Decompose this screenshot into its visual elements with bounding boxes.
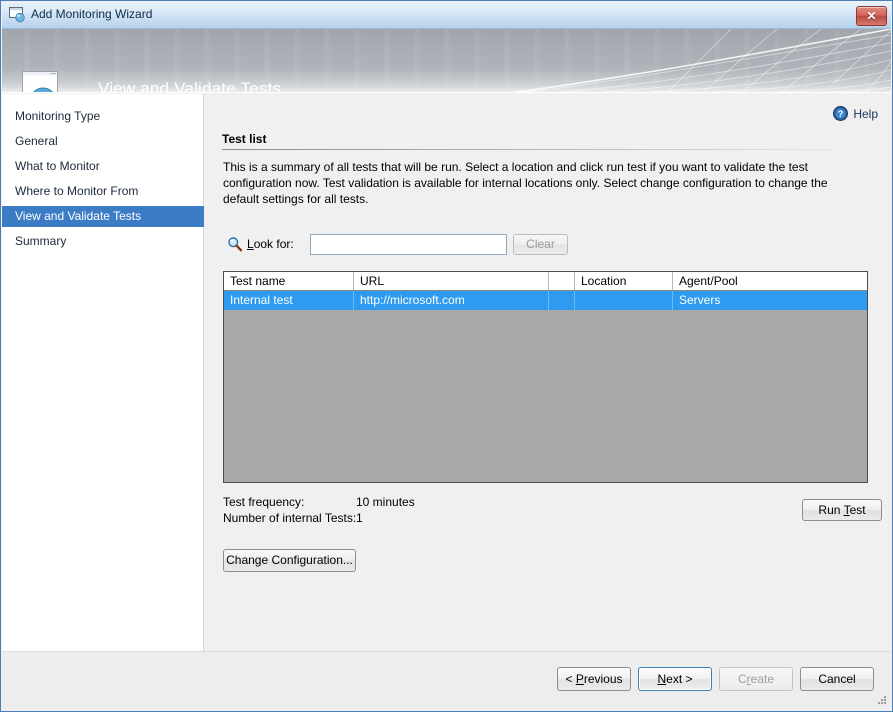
wizard-window: Add Monitoring Wizard ✕ [0, 0, 893, 712]
cell-location [575, 291, 673, 310]
search-input[interactable] [310, 234, 507, 255]
window-sphere-icon [9, 7, 26, 23]
column-header-blank[interactable] [549, 272, 575, 290]
test-list-table[interactable]: Test name URL Location Agent/Pool Intern… [223, 271, 868, 483]
magnifier-icon [227, 236, 243, 252]
value-test-frequency: 10 minutes [356, 495, 415, 509]
cell-agent-pool: Servers [673, 291, 867, 310]
sidebar-item-view-and-validate-tests[interactable]: View and Validate Tests [2, 206, 204, 227]
info-row-internal-tests: Number of internal Tests:1 [223, 510, 415, 526]
page-description: This is a summary of all tests that will… [223, 159, 843, 207]
help-circle-icon: ? [833, 106, 848, 121]
section-divider [222, 149, 832, 150]
wizard-footer: < Previous Next > Create Cancel [2, 651, 891, 709]
test-summary-info: Test frequency:10 minutes Number of inte… [223, 494, 415, 526]
sidebar-item-what-to-monitor[interactable]: What to Monitor [2, 156, 204, 177]
column-header-location[interactable]: Location [575, 272, 673, 290]
sidebar-item-general[interactable]: General [2, 131, 204, 152]
banner-sphere-icon [20, 71, 68, 93]
change-configuration-button[interactable]: Change Configuration... [223, 549, 356, 572]
search-row: Look for: Clear [223, 234, 783, 256]
next-button[interactable]: Next > [638, 667, 712, 691]
banner-title: View and Validate Tests [98, 79, 281, 93]
resize-grip[interactable] [875, 694, 887, 706]
run-test-button[interactable]: Run Test [802, 499, 882, 521]
table-row[interactable]: Internal test http://microsoft.com Serve… [224, 291, 867, 310]
section-header: Test list [222, 132, 832, 150]
column-header-url[interactable]: URL [354, 272, 549, 290]
sidebar-item-monitoring-type[interactable]: Monitoring Type [2, 106, 204, 127]
column-header-test-name[interactable]: Test name [224, 272, 354, 290]
sidebar-item-where-to-monitor-from[interactable]: Where to Monitor From [2, 181, 204, 202]
close-button[interactable]: ✕ [856, 6, 887, 26]
info-row-test-frequency: Test frequency:10 minutes [223, 494, 415, 510]
page-title: Test list [222, 132, 832, 146]
sidebar-item-summary[interactable]: Summary [2, 231, 204, 252]
close-icon: ✕ [857, 7, 886, 25]
column-header-agent-pool[interactable]: Agent/Pool [673, 272, 867, 290]
search-label: Look for: [247, 237, 294, 251]
banner-mesh-graphic [431, 29, 891, 93]
main-content-pane: ? Help Test list This is a summary of al… [204, 94, 891, 651]
create-button: Create [719, 667, 793, 691]
label-number-internal-tests: Number of internal Tests: [223, 510, 356, 526]
title-bar: Add Monitoring Wizard ✕ [2, 2, 891, 29]
help-label: Help [853, 107, 878, 121]
svg-text:?: ? [838, 109, 844, 119]
window-title: Add Monitoring Wizard [31, 7, 152, 21]
wizard-banner: View and Validate Tests [2, 29, 891, 93]
cell-url: http://microsoft.com [354, 291, 549, 310]
clear-button[interactable]: Clear [513, 234, 568, 255]
previous-button[interactable]: < Previous [557, 667, 631, 691]
cell-test-name: Internal test [224, 291, 354, 310]
help-link[interactable]: ? Help [833, 106, 878, 121]
wizard-steps-sidebar: Monitoring Type General What to Monitor … [2, 94, 204, 651]
label-test-frequency: Test frequency: [223, 494, 356, 510]
cell-blank [549, 291, 575, 310]
value-number-internal-tests: 1 [356, 511, 363, 525]
table-header-row: Test name URL Location Agent/Pool [224, 272, 867, 291]
cancel-button[interactable]: Cancel [800, 667, 874, 691]
